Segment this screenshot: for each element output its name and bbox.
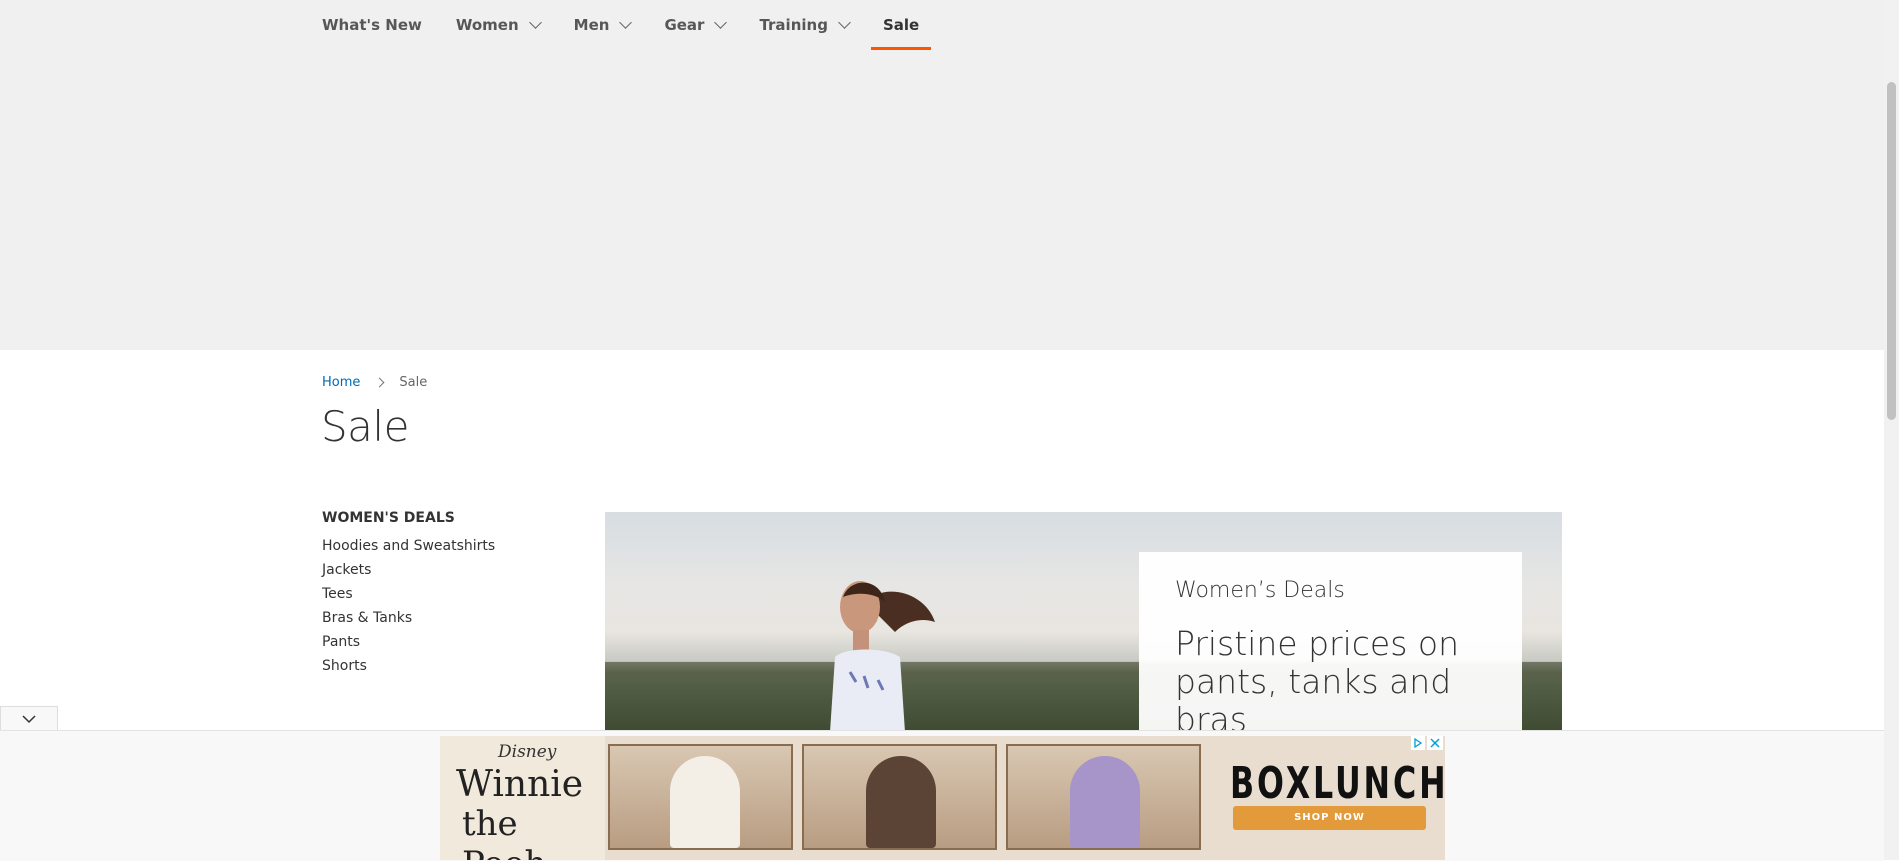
nav-item-sale[interactable]: Sale [870, 0, 932, 50]
ad-shop-now-button[interactable]: SHOP NOW [1233, 806, 1426, 830]
chevron-down-icon [22, 714, 36, 723]
hero-model-image [830, 581, 935, 730]
breadcrumb-current: Sale [399, 375, 428, 390]
ad-photo-figure [670, 756, 740, 848]
nav-label: What's New [322, 16, 422, 34]
hero-kicker: Women’s Deals [1175, 578, 1345, 603]
nav-item-training[interactable]: Training [747, 0, 860, 50]
chevron-down-icon [528, 16, 542, 29]
nav-label: Training [759, 16, 828, 34]
chevron-right-icon [374, 377, 385, 388]
ad-photo [1006, 744, 1201, 850]
scrollbar-thumb[interactable] [1887, 82, 1896, 420]
breadcrumb: Home Sale [322, 375, 427, 390]
page-scrollbar[interactable] [1884, 0, 1899, 860]
ad-photo-figure [1070, 756, 1140, 848]
category-sidebar: WOMEN'S DEALS Hoodies and Sweatshirts Ja… [322, 510, 572, 681]
ad-info-icon[interactable] [1411, 736, 1425, 750]
hero-promo-panel: Women’s Deals Pristine prices on pants, … [1139, 552, 1522, 730]
breadcrumb-home-link[interactable]: Home [322, 375, 360, 390]
page-title: Sale [321, 402, 409, 451]
ad-photo [802, 744, 997, 850]
ad-photo [608, 744, 793, 850]
ad-brand: Disney [498, 742, 557, 762]
main-navigation: What's New Women Men Gear Training Sale [322, 0, 941, 50]
banner-ad[interactable]: Disney Winnie the Pooh BOXLUNCH SHOP NOW [440, 736, 1445, 860]
nav-label: Women [455, 16, 519, 34]
ad-photo-figure [866, 756, 936, 848]
header-band [0, 0, 1884, 350]
ad-title-line2: the Pooh [462, 804, 546, 860]
hero-banner[interactable]: Women’s Deals Pristine prices on pants, … [605, 512, 1562, 730]
nav-label: Sale [882, 16, 920, 34]
nav-item-gear[interactable]: Gear [652, 0, 737, 50]
nav-label: Gear [664, 16, 705, 34]
sidebar-item-shorts[interactable]: Shorts [322, 651, 572, 681]
chevron-down-icon [619, 16, 633, 29]
chevron-down-icon [838, 16, 851, 29]
sidebar-heading: WOMEN'S DEALS [322, 510, 455, 526]
ad-close-icon[interactable] [1427, 736, 1443, 750]
ad-title-line1: Winnie [456, 764, 584, 805]
ad-pooh-logo: Disney Winnie the Pooh [440, 736, 605, 860]
nav-item-men[interactable]: Men [562, 0, 643, 50]
nav-label: Men [573, 16, 610, 34]
hero-headline: Pristine prices on pants, tanks and bras [1175, 624, 1459, 731]
chevron-down-icon [714, 16, 728, 29]
nav-item-whats-new[interactable]: What's New [322, 0, 434, 50]
nav-item-women[interactable]: Women [444, 0, 552, 50]
ad-advertiser: BOXLUNCH [1230, 758, 1445, 809]
ad-collapse-toggle[interactable] [0, 706, 58, 730]
